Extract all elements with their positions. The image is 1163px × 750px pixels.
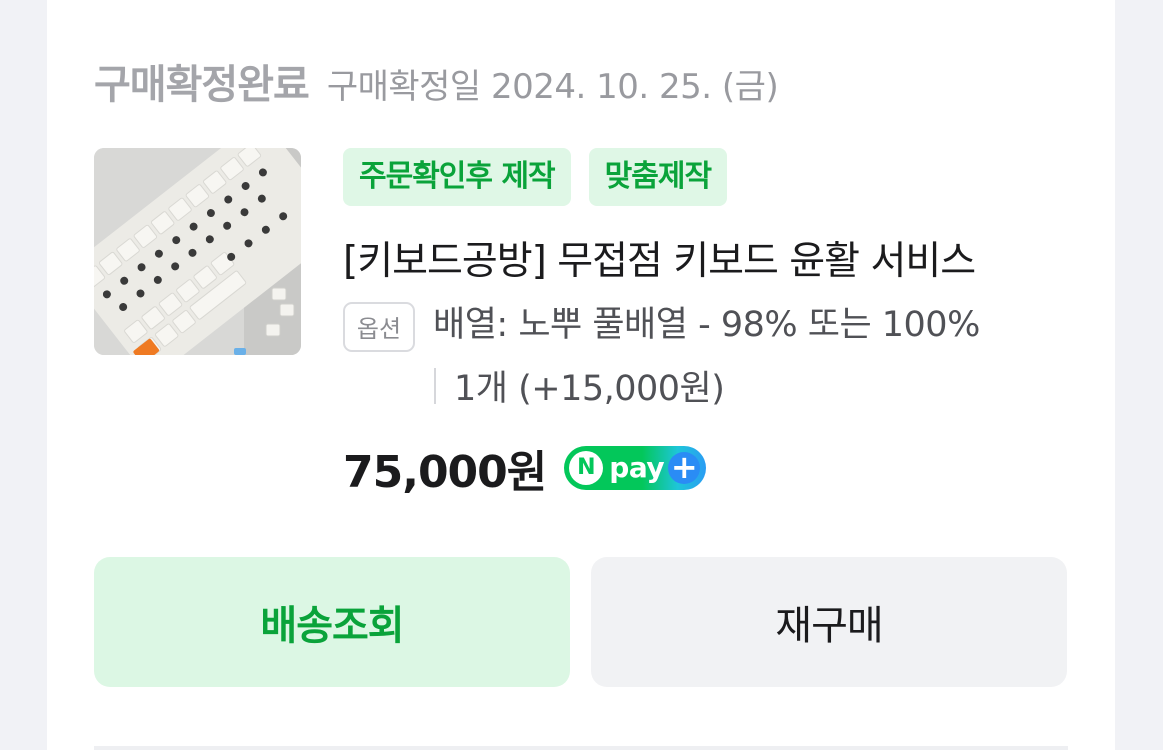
order-card: 구매확정완료 구매확정일 2024. 10. 25. (금) 주문확인후 제작 … xyxy=(47,0,1115,750)
price-row: 75,000원 N pay + xyxy=(343,436,707,500)
product-thumbnail[interactable] xyxy=(94,148,301,355)
npay-label: pay xyxy=(609,451,665,484)
option-text: 배열: 노뿌 풀배열 - 98% 또는 100% xyxy=(433,305,980,345)
rebuy-button[interactable]: 재구매 xyxy=(591,557,1067,687)
product-price: 75,000원 xyxy=(343,447,547,498)
product-name[interactable]: [키보드공방] 무접점 키보드 윤활 서비스 xyxy=(343,230,976,286)
tag-made-after-order: 주문확인후 제작 xyxy=(343,148,571,206)
tag-custom-made: 맞춤제작 xyxy=(588,148,728,206)
plus-icon: + xyxy=(668,451,701,484)
track-delivery-button[interactable]: 배송조회 xyxy=(94,557,570,687)
section-divider xyxy=(94,746,1068,750)
option-row: 옵션 배열: 노뿌 풀배열 - 98% 또는 100% xyxy=(343,300,980,354)
order-status-row: 구매확정완료 구매확정일 2024. 10. 25. (금) xyxy=(94,52,779,110)
npay-plus-badge: N pay + xyxy=(564,446,707,490)
quantity-text: 1개 (+15,000원) xyxy=(454,369,725,409)
npay-n-icon: N xyxy=(569,451,604,485)
option-chip: 옵션 xyxy=(343,302,415,352)
keyboard-image xyxy=(94,148,301,355)
order-confirm-date: 구매확정일 2024. 10. 25. (금) xyxy=(326,67,779,107)
order-status-title: 구매확정완료 xyxy=(94,62,310,108)
quantity-divider xyxy=(434,367,436,404)
quantity-row: 1개 (+15,000원) xyxy=(434,360,725,411)
product-tags: 주문확인후 제작 맞춤제작 xyxy=(343,148,728,206)
